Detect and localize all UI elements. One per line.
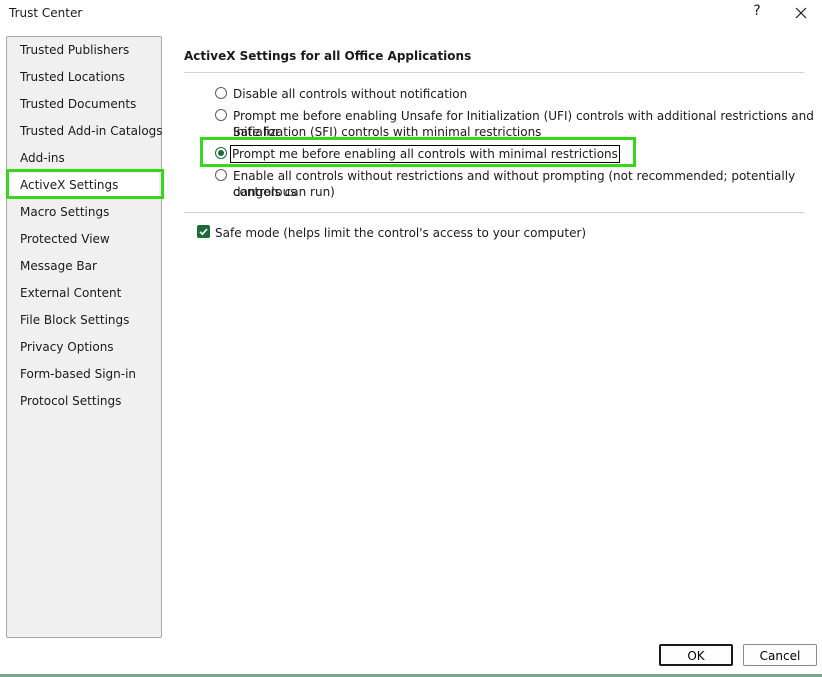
sidebar-item-add-ins[interactable]: Add-ins <box>9 146 159 170</box>
title-bar: Trust Center ? <box>0 0 822 26</box>
close-icon[interactable] <box>790 2 812 24</box>
radio-label-prompt-all[interactable]: Prompt me before enabling all controls w… <box>230 145 620 163</box>
sidebar-item-form-based-sign-in[interactable]: Form-based Sign-in <box>9 362 159 386</box>
options-divider <box>184 212 804 213</box>
radio-prompt-ufi-sfi[interactable] <box>215 109 227 121</box>
safe-mode-label[interactable]: Safe mode (helps limit the control's acc… <box>215 225 586 241</box>
radio-prompt-all[interactable] <box>215 147 227 159</box>
radio-disable-all[interactable] <box>215 87 227 99</box>
sidebar-item-trusted-publishers[interactable]: Trusted Publishers <box>9 38 159 62</box>
sidebar-item-external-content[interactable]: External Content <box>9 281 159 305</box>
sidebar-item-protected-view[interactable]: Protected View <box>9 227 159 251</box>
sidebar-item-protocol-settings[interactable]: Protocol Settings <box>9 389 159 413</box>
radio-label-enable-all-line2[interactable]: controls can run) <box>233 184 335 200</box>
section-divider <box>184 72 804 73</box>
sidebar-item-privacy-options[interactable]: Privacy Options <box>9 335 159 359</box>
ok-button[interactable]: OK <box>659 644 733 666</box>
cancel-button[interactable]: Cancel <box>743 644 817 666</box>
window-title: Trust Center <box>9 6 83 20</box>
sidebar-item-message-bar[interactable]: Message Bar <box>9 254 159 278</box>
sidebar-item-file-block-settings[interactable]: File Block Settings <box>9 308 159 332</box>
radio-enable-all[interactable] <box>215 169 227 181</box>
radio-label-prompt-ufi-sfi-line2[interactable]: Initialization (SFI) controls with minim… <box>233 124 541 140</box>
sidebar-item-trusted-documents[interactable]: Trusted Documents <box>9 92 159 116</box>
sidebar-item-macro-settings[interactable]: Macro Settings <box>9 200 159 224</box>
sidebar-item-activex-settings[interactable]: ActiveX Settings <box>9 173 159 197</box>
safe-mode-checkbox[interactable] <box>197 225 210 238</box>
radio-label-disable-all[interactable]: Disable all controls without notificatio… <box>233 86 467 102</box>
help-button[interactable]: ? <box>748 3 766 23</box>
sidebar-item-trusted-add-in-catalogs[interactable]: Trusted Add-in Catalogs <box>9 119 163 143</box>
sidebar-item-trusted-locations[interactable]: Trusted Locations <box>9 65 159 89</box>
section-title: ActiveX Settings for all Office Applicat… <box>184 49 472 63</box>
sidebar: Trusted Publishers Trusted Locations Tru… <box>6 36 163 638</box>
